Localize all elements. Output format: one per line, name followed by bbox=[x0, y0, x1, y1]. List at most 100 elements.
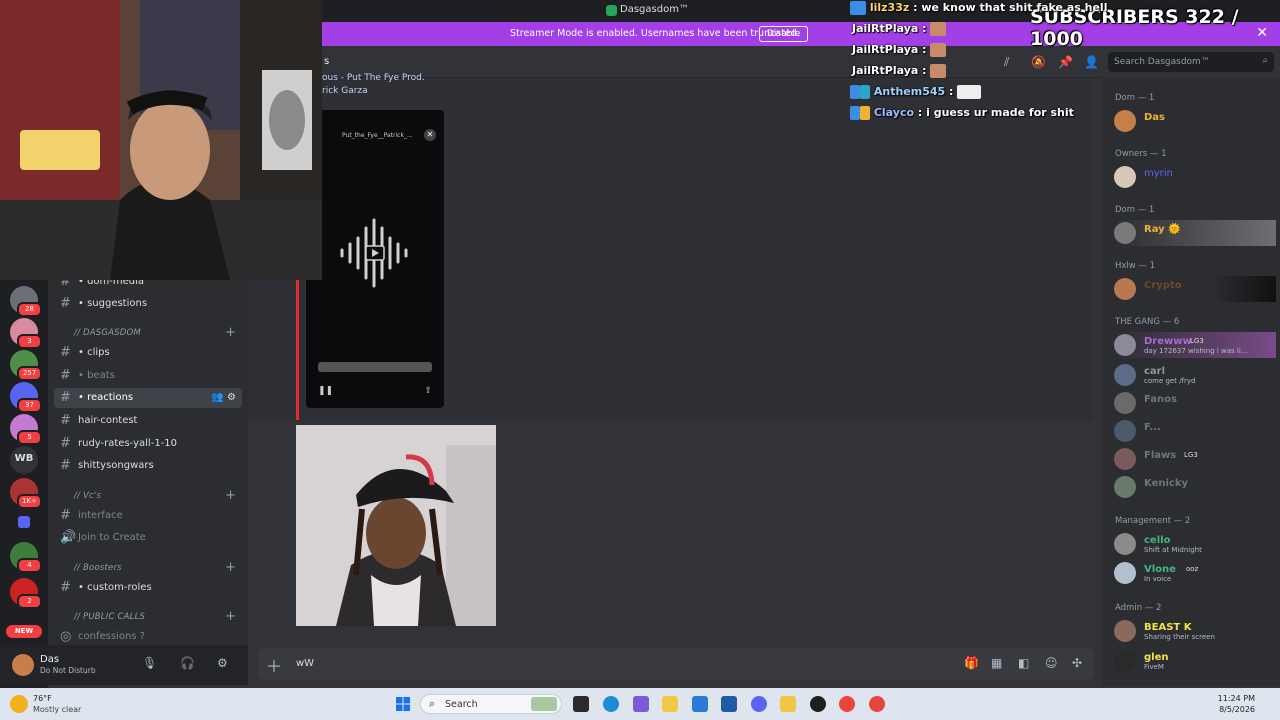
weather-temp[interactable]: 76°F bbox=[33, 694, 52, 703]
chat-text: : we know that shit fake as hell bbox=[909, 1, 1108, 14]
obs-icon[interactable] bbox=[810, 696, 826, 712]
member-item[interactable]: Vlone ooz In voice bbox=[1114, 560, 1276, 586]
member-item[interactable]: Fanos bbox=[1114, 390, 1276, 416]
member-item[interactable]: Das bbox=[1114, 108, 1276, 134]
category-public-calls[interactable]: // PUBLIC CALLS bbox=[74, 612, 145, 622]
weather-icon[interactable] bbox=[10, 695, 28, 713]
member-item[interactable]: Kenicky bbox=[1114, 474, 1276, 500]
emote-icon bbox=[930, 43, 947, 57]
category-dasgasdom[interactable]: // DASGASDOM bbox=[74, 328, 141, 338]
edge-browser-icon[interactable] bbox=[603, 696, 619, 712]
channel-label: Join to Create bbox=[78, 532, 146, 543]
gif-icon[interactable]: ▦ bbox=[991, 656, 1002, 670]
voice-join-to-create[interactable]: 🔊 Join to Create bbox=[54, 528, 242, 548]
chrome-icon[interactable] bbox=[869, 696, 885, 712]
channel-beats[interactable]: # • beats bbox=[54, 366, 242, 386]
hash-icon: # bbox=[60, 345, 71, 360]
search-box[interactable]: ⌕ bbox=[1108, 52, 1274, 72]
microphone-icon[interactable]: 🎙 bbox=[142, 656, 157, 670]
app-icon[interactable] bbox=[633, 696, 649, 712]
headphones-icon[interactable]: 🎧 bbox=[180, 656, 195, 670]
sticker-icon[interactable]: ◧ bbox=[1018, 656, 1029, 670]
member-item[interactable]: Flaws LG3 bbox=[1114, 446, 1276, 472]
share-icon[interactable]: ⇪ bbox=[424, 386, 432, 396]
member-item[interactable]: F... bbox=[1114, 418, 1276, 444]
voice-confessions[interactable]: ◎ confessions ? bbox=[54, 627, 242, 647]
channel-settings-icon[interactable]: 👥 ⚙ bbox=[211, 392, 236, 403]
upload-plus-icon[interactable]: ＋ bbox=[266, 653, 282, 677]
server-icon[interactable]: 3 bbox=[10, 318, 42, 349]
server-icon[interactable]: 257 bbox=[10, 350, 42, 381]
file-explorer-icon[interactable] bbox=[662, 696, 678, 712]
message-composer[interactable]: ＋ wW 🎁 ▦ ◧ ☺ ✣ bbox=[258, 648, 1094, 680]
add-channel-plus-icon[interactable]: + bbox=[225, 325, 236, 340]
channel-reactions[interactable]: # • reactions 👥 ⚙ bbox=[54, 388, 242, 408]
channel-hair-contest[interactable]: # hair-contest bbox=[54, 411, 242, 431]
store-icon[interactable] bbox=[721, 696, 737, 712]
member-item[interactable]: myrin bbox=[1114, 164, 1276, 190]
category-vcs[interactable]: // Vc's bbox=[74, 491, 101, 501]
category-boosters[interactable]: // Boosters bbox=[74, 563, 122, 573]
member-item[interactable]: Crypto bbox=[1114, 276, 1276, 302]
server-icon[interactable]: 37 bbox=[10, 382, 42, 413]
channel-custom-roles[interactable]: # • custom-roles bbox=[54, 578, 242, 598]
server-icon[interactable]: 28 bbox=[10, 286, 42, 317]
avatar bbox=[1114, 110, 1136, 132]
taskbar-search[interactable]: ⌕ Search bbox=[420, 694, 562, 714]
disable-streamer-mode-button[interactable]: Disable bbox=[759, 26, 809, 42]
apps-icon[interactable]: ✣ bbox=[1072, 656, 1082, 670]
member-item[interactable]: Drewww LG3 day 172637 wishing i was li... bbox=[1114, 332, 1276, 358]
member-list-icon[interactable]: 👤 bbox=[1084, 55, 1099, 69]
image-attachment[interactable] bbox=[296, 425, 496, 626]
channel-suggestions[interactable]: # • suggestions bbox=[54, 294, 242, 314]
attachment-file-name: Put_the_Fye__Patrick_... bbox=[342, 132, 413, 139]
server-icon[interactable]: 1K+ bbox=[10, 478, 42, 509]
member-item[interactable]: glen FiveM bbox=[1114, 648, 1276, 674]
chrome-icon[interactable] bbox=[839, 696, 855, 712]
server-icon[interactable]: 2 bbox=[10, 578, 42, 609]
add-channel-plus-icon[interactable]: + bbox=[225, 488, 236, 503]
add-channel-plus-icon[interactable]: + bbox=[225, 560, 236, 575]
threads-icon[interactable]: ⫽ bbox=[1004, 55, 1009, 70]
attachment-title[interactable]: ous - Put The Fye Prod. rick Garza bbox=[322, 72, 425, 98]
gift-icon[interactable]: 🎁 bbox=[964, 656, 979, 670]
clock-time[interactable]: 11:24 PM bbox=[1218, 694, 1255, 703]
close-icon[interactable]: ✕ bbox=[424, 129, 436, 141]
windows-start-icon[interactable] bbox=[396, 697, 410, 711]
server-icon[interactable]: 4 bbox=[10, 542, 42, 573]
emoji-icon[interactable]: ☺ bbox=[1045, 656, 1058, 670]
pin-icon[interactable]: 📌 bbox=[1058, 55, 1073, 69]
channel-shittysongwars[interactable]: # shittysongwars bbox=[54, 456, 242, 476]
pause-icon[interactable]: ❚❚ bbox=[318, 386, 333, 396]
member-name: Ray 🌞 bbox=[1144, 224, 1181, 235]
task-view-icon[interactable] bbox=[573, 696, 589, 712]
channel-clips[interactable]: # • clips bbox=[54, 343, 242, 363]
member-item[interactable]: cello Shift at Midnight bbox=[1114, 531, 1276, 557]
video-scrubber[interactable] bbox=[318, 362, 432, 372]
discord-icon[interactable] bbox=[751, 696, 767, 712]
video-attachment[interactable]: Put_the_Fye__Patrick_... ✕ ❚❚ ⇪ bbox=[306, 110, 444, 408]
server-icon[interactable]: WB bbox=[10, 446, 38, 474]
mail-icon[interactable] bbox=[692, 696, 708, 712]
search-input[interactable] bbox=[1114, 55, 1254, 69]
user-name[interactable]: Das bbox=[40, 654, 59, 665]
hash-icon: # bbox=[60, 296, 71, 311]
add-channel-plus-icon[interactable]: + bbox=[225, 609, 236, 624]
notification-bell-icon[interactable]: 🔕 bbox=[1031, 55, 1046, 69]
channel-interface[interactable]: # interface bbox=[54, 506, 242, 526]
server-tag: ooz bbox=[1186, 565, 1199, 573]
avatar[interactable] bbox=[12, 654, 34, 676]
server-icon[interactable]: 5 bbox=[10, 414, 42, 445]
settings-gear-icon[interactable]: ⚙ bbox=[217, 656, 228, 670]
folder-icon[interactable] bbox=[18, 516, 30, 528]
new-servers-pill[interactable]: NEW bbox=[6, 625, 42, 638]
weather-condition[interactable]: Mostly clear bbox=[33, 705, 81, 714]
server-tag: LG3 bbox=[1190, 337, 1204, 345]
member-item[interactable]: carl come get /fryd bbox=[1114, 362, 1276, 388]
message-input[interactable]: wW bbox=[296, 658, 314, 669]
member-item[interactable]: Ray 🌞 bbox=[1114, 220, 1276, 246]
member-item[interactable]: BEAST K Sharing their screen bbox=[1114, 618, 1276, 644]
channel-rudy-rates[interactable]: # rudy-rates-yall-1-10 bbox=[54, 434, 242, 454]
clock-date[interactable]: 8/5/2026 bbox=[1219, 705, 1255, 714]
warning-app-icon[interactable] bbox=[780, 696, 796, 712]
